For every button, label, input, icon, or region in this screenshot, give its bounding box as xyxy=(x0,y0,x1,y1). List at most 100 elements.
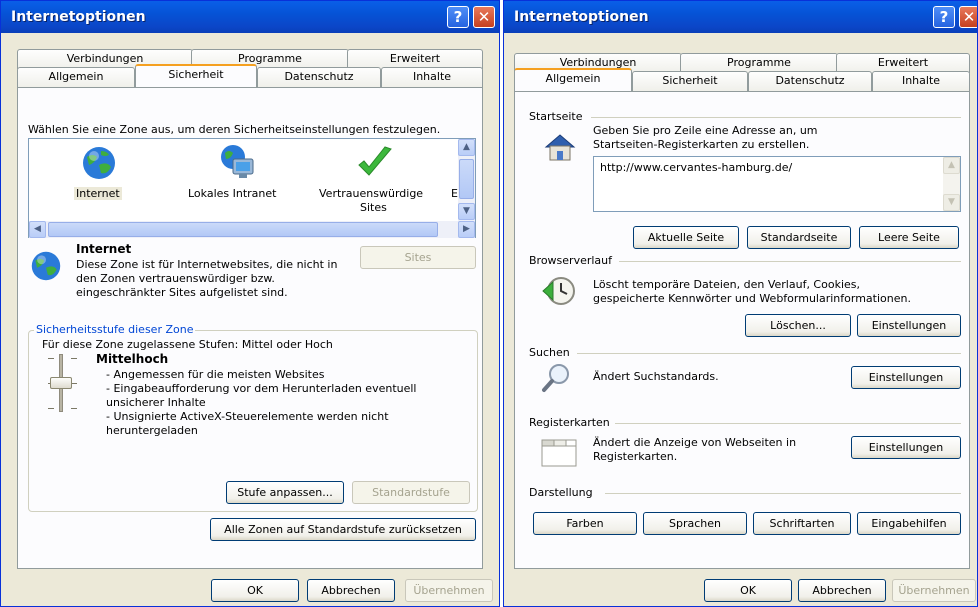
monitor-globe-icon xyxy=(221,145,254,178)
security-tab-panel: Wählen Sie eine Zone aus, um deren Siche… xyxy=(17,87,483,569)
level-bullet-3: - Unsignierte ActiveX-Steuerelemente wer… xyxy=(106,410,389,423)
level-bullet-3-cont: heruntergeladen xyxy=(106,424,198,437)
zone-label: E xyxy=(451,187,458,200)
magnifier-icon xyxy=(542,364,569,392)
tab-programme[interactable]: Programme xyxy=(680,53,838,73)
window-title: Internetoptionen xyxy=(514,9,649,25)
title-bar[interactable]: Internetoptionen ? ✕ xyxy=(1,1,499,33)
fonts-button[interactable]: Schriftarten xyxy=(753,512,851,535)
title-bar[interactable]: Internetoptionen ? ✕ xyxy=(504,1,977,33)
darstellung-group-title: Darstellung xyxy=(529,486,593,499)
blank-page-button[interactable]: Leere Seite xyxy=(859,226,959,249)
scroll-right-icon[interactable]: ▶ xyxy=(458,221,475,238)
group-separator xyxy=(591,117,961,118)
homepage-url-textarea[interactable]: http://www.cervantes-hamburg.de/ ▲ ▼ xyxy=(593,156,961,212)
window-title: Internetoptionen xyxy=(11,9,146,25)
internet-options-security-window: Internetoptionen ? ✕ Verbindungen Progra… xyxy=(0,0,500,607)
scroll-down-icon[interactable]: ▼ xyxy=(458,203,475,220)
globe-icon xyxy=(83,147,115,179)
close-icon[interactable]: ✕ xyxy=(473,6,495,28)
level-bullet-2: - Eingabeaufforderung vor dem Herunterla… xyxy=(106,382,417,395)
registerkarten-desc-2: Registerkarten. xyxy=(593,450,678,463)
tab-inhalte[interactable]: Inhalte xyxy=(381,67,483,87)
group-separator xyxy=(619,261,961,262)
general-tab-panel: Startseite Geben Sie pro Zeile eine Adre… xyxy=(514,91,970,569)
internet-options-general-window: Internetoptionen ? ✕ Verbindungen Progra… xyxy=(503,0,978,607)
delete-history-button[interactable]: Löschen... xyxy=(745,314,851,337)
tab-datenschutz[interactable]: Datenschutz xyxy=(748,71,872,91)
homepage-url: http://www.cervantes-hamburg.de/ xyxy=(600,161,793,174)
languages-button[interactable]: Sprachen xyxy=(643,512,747,535)
ok-button[interactable]: OK xyxy=(704,579,792,602)
close-icon[interactable]: ✕ xyxy=(959,6,977,28)
apply-button[interactable]: Übernehmen xyxy=(405,579,493,602)
slider-thumb[interactable] xyxy=(50,377,72,389)
zone-lokales-intranet[interactable]: Lokales Intranet xyxy=(179,143,299,213)
search-settings-button[interactable]: Einstellungen xyxy=(851,366,961,389)
zone-info-desc-1: Diese Zone ist für Internetwebsites, die… xyxy=(76,258,338,271)
current-page-button[interactable]: Aktuelle Seite xyxy=(633,226,739,249)
slider-tick xyxy=(71,408,77,409)
tab-sicherheit[interactable]: Sicherheit xyxy=(632,71,748,91)
cancel-button[interactable]: Abbrechen xyxy=(307,579,395,602)
reset-all-zones-button[interactable]: Alle Zonen auf Standardstufe zurücksetze… xyxy=(210,518,476,541)
startseite-desc-2: Startseiten-Registerkarten zu erstellen. xyxy=(593,138,810,151)
zone-label: Lokales Intranet xyxy=(188,187,277,200)
scroll-thumb[interactable] xyxy=(48,222,438,237)
tab-sicherheit[interactable]: Sicherheit xyxy=(135,64,257,87)
ok-button[interactable]: OK xyxy=(211,579,299,602)
cancel-button[interactable]: Abbrechen xyxy=(798,579,886,602)
scroll-up-icon[interactable]: ▲ xyxy=(943,157,960,174)
zone-select-instruction: Wählen Sie eine Zone aus, um deren Siche… xyxy=(28,123,441,136)
zone-list-vscrollbar[interactable]: ▲ ▼ xyxy=(458,139,475,221)
apply-button[interactable]: Übernehmen xyxy=(892,579,976,602)
history-clock-icon xyxy=(542,277,575,305)
zone-vertrauenswuerdige-sites[interactable]: Vertrauenswürdige Sites xyxy=(319,143,449,223)
tab-erweitert[interactable]: Erweitert xyxy=(347,49,483,69)
suchen-group-title: Suchen xyxy=(529,346,570,359)
tabs-window-icon xyxy=(541,439,577,467)
zone-internet[interactable]: Internet xyxy=(49,143,149,213)
checkmark-icon xyxy=(358,146,392,176)
tabs-settings-button[interactable]: Einstellungen xyxy=(851,436,961,459)
zone-info-desc-3: eingeschränkter Sites aufgelistet sind. xyxy=(76,286,288,299)
group-separator xyxy=(615,423,961,424)
security-level-group-title: Sicherheitsstufe dieser Zone xyxy=(34,323,196,336)
zone-label: Vertrauenswürdige xyxy=(319,187,424,200)
tab-allgemein[interactable]: Allgemein xyxy=(17,67,135,87)
zone-label-line2: Sites xyxy=(360,201,387,214)
globe-icon xyxy=(31,251,61,281)
colors-button[interactable]: Farben xyxy=(533,512,637,535)
zone-label: Internet xyxy=(74,187,122,200)
help-icon[interactable]: ? xyxy=(933,6,955,28)
zone-info-desc-2: den Zonen vertrauenswürdiger bzw. xyxy=(76,272,275,285)
level-bullet-2-cont: unsicherer Inhalte xyxy=(106,396,206,409)
scroll-left-icon[interactable]: ◀ xyxy=(29,221,46,238)
zone-info-title: Internet xyxy=(76,242,132,256)
security-level-slider[interactable] xyxy=(18,350,108,420)
textarea-scrollbar[interactable]: ▲ ▼ xyxy=(943,157,960,211)
sites-button[interactable]: Sites xyxy=(360,246,476,269)
help-icon[interactable]: ? xyxy=(447,6,469,28)
home-icon xyxy=(544,134,576,161)
scroll-down-icon[interactable]: ▼ xyxy=(943,194,960,211)
custom-level-button[interactable]: Stufe anpassen... xyxy=(226,481,344,504)
default-page-button[interactable]: Standardseite xyxy=(747,226,851,249)
accessibility-button[interactable]: Eingabehilfen xyxy=(857,512,961,535)
scroll-thumb[interactable] xyxy=(459,159,474,199)
group-separator xyxy=(577,353,961,354)
browserverlauf-group-title: Browserverlauf xyxy=(529,254,613,267)
tab-inhalte[interactable]: Inhalte xyxy=(872,71,970,91)
history-settings-button[interactable]: Einstellungen xyxy=(857,314,961,337)
tab-erweitert[interactable]: Erweitert xyxy=(836,53,970,73)
scroll-up-icon[interactable]: ▲ xyxy=(458,139,475,156)
registerkarten-group-title: Registerkarten xyxy=(529,416,610,429)
zone-list[interactable]: Internet Lokales Intranet Vertrauenswürd… xyxy=(28,138,476,238)
suchen-desc: Ändert Suchstandards. xyxy=(593,370,719,383)
startseite-desc-1: Geben Sie pro Zeile eine Adresse an, um xyxy=(593,124,818,137)
tab-datenschutz[interactable]: Datenschutz xyxy=(257,67,381,87)
registerkarten-desc-1: Ändert die Anzeige von Webseiten in xyxy=(593,436,797,449)
zone-list-hscrollbar[interactable]: ◀ ▶ xyxy=(29,221,475,238)
default-level-button[interactable]: Standardstufe xyxy=(352,481,470,504)
tab-allgemein[interactable]: Allgemein xyxy=(514,68,632,91)
